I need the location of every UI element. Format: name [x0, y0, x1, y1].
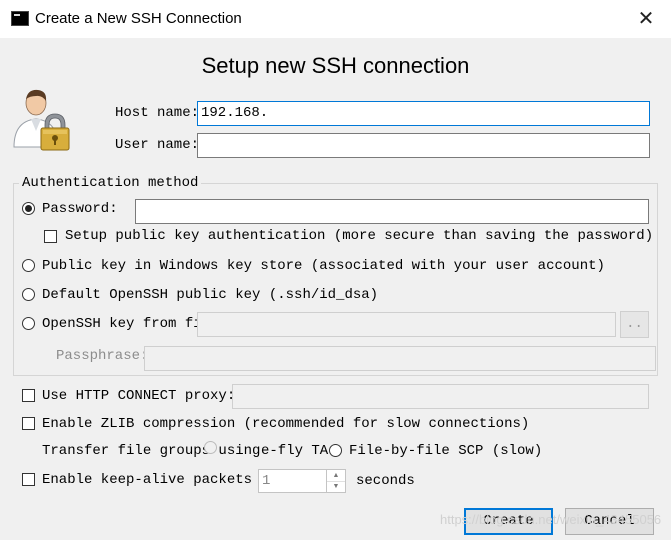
spinner-down-icon[interactable]: ▼ — [326, 481, 345, 492]
http-proxy-checkbox[interactable] — [22, 389, 35, 402]
http-proxy-input[interactable] — [232, 384, 649, 409]
transfer-groups-label: Transfer file groups using: — [42, 443, 269, 459]
passphrase-input[interactable] — [144, 346, 656, 371]
close-button[interactable]: ✕ — [631, 6, 661, 32]
user-name-input[interactable] — [197, 133, 650, 158]
host-name-label: Host name: — [115, 105, 200, 121]
authentication-group-label: Authentication method — [19, 175, 202, 191]
default-openssh-label: Default OpenSSH public key (.ssh/id_dsa) — [42, 287, 379, 303]
keep-alive-interval-value: 1 — [262, 473, 271, 489]
keep-alive-checkbox[interactable] — [22, 473, 35, 486]
keep-alive-label: Enable keep-alive packets e — [42, 472, 269, 488]
keep-alive-interval-spinner[interactable]: 1 ▲ ▼ — [258, 469, 346, 493]
user-name-label: User name: — [115, 137, 200, 153]
browse-key-file-button[interactable]: .. — [620, 311, 649, 338]
setup-public-key-label: Setup public key authentication (more se… — [65, 228, 654, 244]
transfer-option-2-label: File-by-file SCP (slow) — [349, 443, 543, 459]
windows-key-store-radio[interactable] — [22, 259, 35, 272]
password-label: Password: — [42, 201, 118, 217]
user-lock-icon — [13, 89, 70, 151]
window-title: Create a New SSH Connection — [35, 10, 242, 27]
setup-public-key-checkbox[interactable] — [44, 230, 57, 243]
zlib-compression-label: Enable ZLIB compression (recommended for… — [42, 416, 530, 432]
default-openssh-radio[interactable] — [22, 288, 35, 301]
openssh-file-input[interactable] — [197, 312, 616, 337]
transfer-option-1-radio[interactable] — [204, 441, 217, 454]
dialog-heading: Setup new SSH connection — [201, 53, 470, 78]
zlib-compression-checkbox[interactable] — [22, 417, 35, 430]
host-name-input[interactable]: 192.168. — [197, 101, 650, 126]
password-input[interactable] — [135, 199, 649, 224]
transfer-option-1-label: e-fly TA — [261, 443, 333, 459]
http-proxy-label: Use HTTP CONNECT proxy: — [42, 388, 236, 404]
watermark-text: https://blog.csdn.net/weixin_43455056 — [440, 512, 662, 527]
passphrase-label: Passphrase: — [56, 348, 149, 364]
openssh-file-radio[interactable] — [22, 317, 35, 330]
terminal-icon — [11, 11, 29, 26]
keep-alive-seconds-label: seconds — [356, 473, 415, 489]
windows-key-store-label: Public key in Windows key store (associa… — [42, 258, 605, 274]
transfer-option-2-radio[interactable] — [329, 444, 342, 457]
password-radio[interactable] — [22, 202, 35, 215]
